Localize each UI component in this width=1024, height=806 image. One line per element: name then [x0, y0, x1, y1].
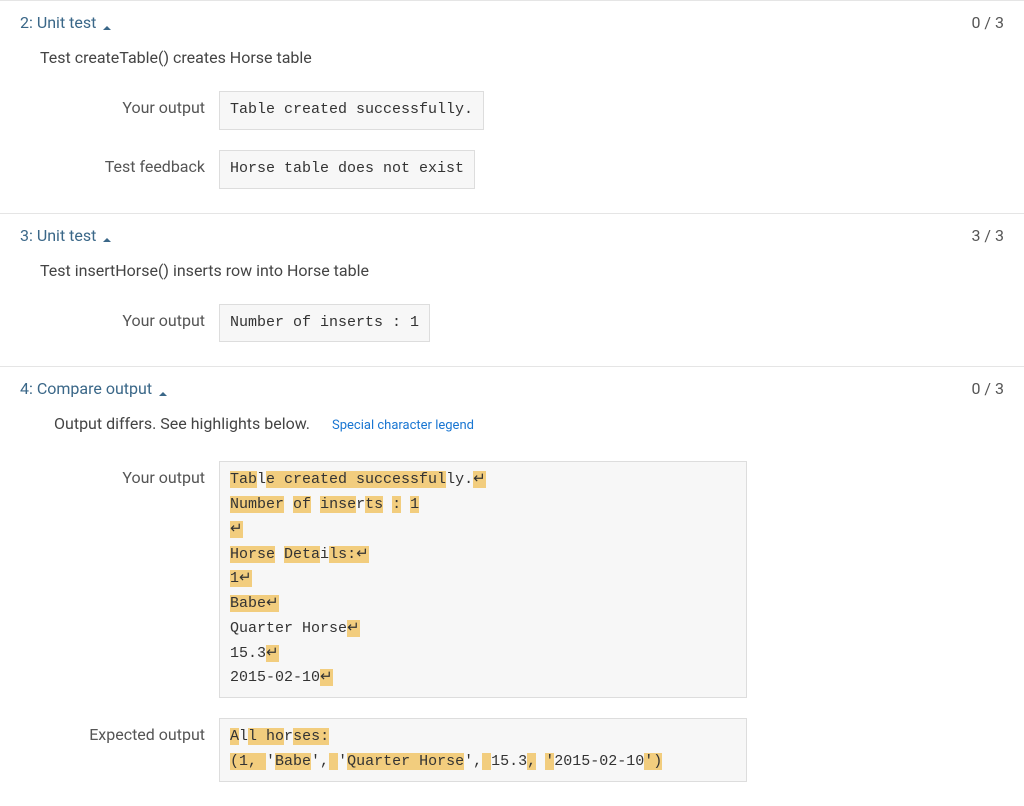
newline-icon	[356, 546, 369, 563]
newline-icon	[266, 595, 279, 612]
output-label: Your output	[40, 91, 205, 117]
special-character-legend-link[interactable]: Special character legend	[332, 418, 474, 433]
chevron-up-icon	[158, 384, 168, 394]
test-number-label: 2: Unit test	[20, 13, 96, 32]
chevron-up-icon	[102, 230, 112, 240]
test-description: Test insertHorse() inserts row into Hors…	[40, 261, 1004, 280]
test-score: 0 / 3	[971, 379, 1004, 398]
output-label: Test feedback	[40, 150, 205, 176]
test-number-label: 4: Compare output	[20, 379, 152, 398]
output-row: Test feedback Horse table does not exist	[40, 150, 1004, 189]
test-description: Test createTable() creates Horse table	[40, 48, 1004, 67]
newline-icon	[473, 471, 486, 488]
test-title: 2: Unit test	[20, 13, 112, 32]
output-differs-text: Output differs. See highlights below.	[54, 414, 310, 433]
test-number-label: 3: Unit test	[20, 226, 96, 245]
test-body: Test createTable() creates Horse table Y…	[0, 44, 1024, 213]
newline-icon	[266, 645, 279, 662]
output-label: Expected output	[40, 718, 205, 744]
test-body: Test insertHorse() inserts row into Hors…	[0, 257, 1024, 367]
test-header[interactable]: 2: Unit test 0 / 3	[0, 1, 1024, 44]
output-row: Your output Table created successfully.	[40, 91, 1004, 130]
newline-icon	[230, 521, 243, 538]
test-feedback-box: Horse table does not exist	[219, 150, 475, 189]
test-score: 3 / 3	[971, 226, 1004, 245]
chevron-up-icon	[102, 18, 112, 28]
your-output-box: Number of inserts : 1	[219, 304, 430, 343]
newline-icon	[239, 570, 252, 587]
test-title: 4: Compare output	[20, 379, 168, 398]
test-header[interactable]: 4: Compare output 0 / 3	[0, 367, 1024, 410]
differs-row: Output differs. See highlights below. Sp…	[40, 414, 1004, 433]
test-score: 0 / 3	[971, 13, 1004, 32]
test-body: Output differs. See highlights below. Sp…	[0, 410, 1024, 805]
your-output-box: Table created successfully. Number of in…	[219, 461, 747, 698]
test-title: 3: Unit test	[20, 226, 112, 245]
newline-icon	[320, 669, 333, 686]
newline-icon	[347, 620, 360, 637]
test-header[interactable]: 3: Unit test 3 / 3	[0, 214, 1024, 257]
output-row: Your output Table created successfully. …	[40, 461, 1004, 698]
your-output-box: Table created successfully.	[219, 91, 484, 130]
output-label: Your output	[40, 461, 205, 487]
output-row: Expected output All horses: (1, 'Babe', …	[40, 718, 1004, 782]
test-section-4: 4: Compare output 0 / 3 Output differs. …	[0, 366, 1024, 805]
output-row: Your output Number of inserts : 1	[40, 304, 1004, 343]
output-label: Your output	[40, 304, 205, 330]
test-section-3: 3: Unit test 3 / 3 Test insertHorse() in…	[0, 213, 1024, 367]
test-section-2: 2: Unit test 0 / 3 Test createTable() cr…	[0, 0, 1024, 213]
expected-output-box: All horses: (1, 'Babe', 'Quarter Horse',…	[219, 718, 747, 782]
